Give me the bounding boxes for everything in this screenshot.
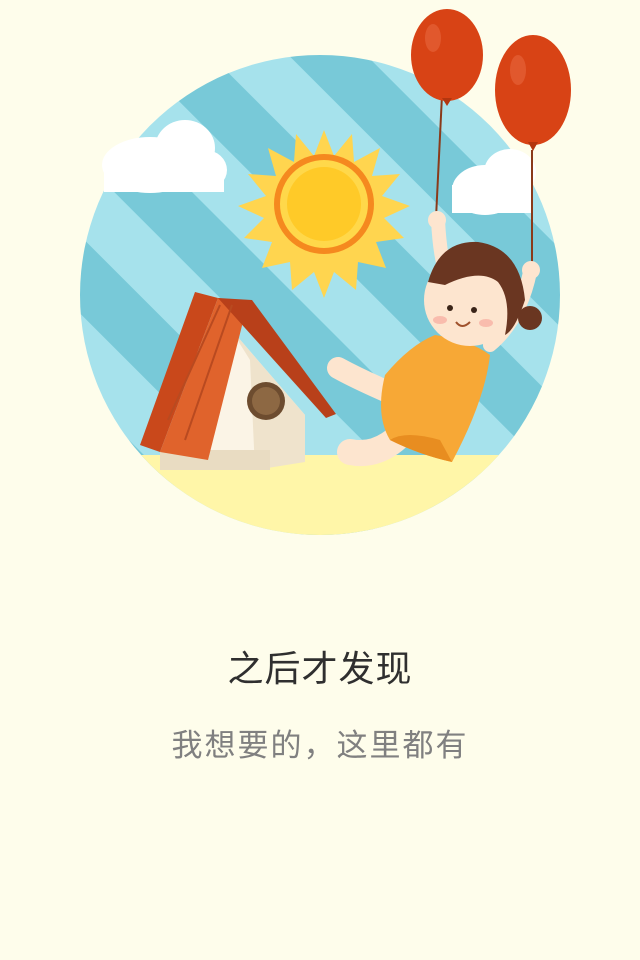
illustration [80, 9, 571, 535]
intro-title: 之后才发现 [227, 649, 413, 690]
ground [80, 455, 560, 535]
guide-screen: 之后才发现 我想要的，这里都有 [0, 0, 640, 960]
balloon-icon [495, 35, 571, 151]
intro-subtitle: 我想要的，这里都有 [171, 728, 469, 764]
cloud-icon [102, 120, 227, 193]
